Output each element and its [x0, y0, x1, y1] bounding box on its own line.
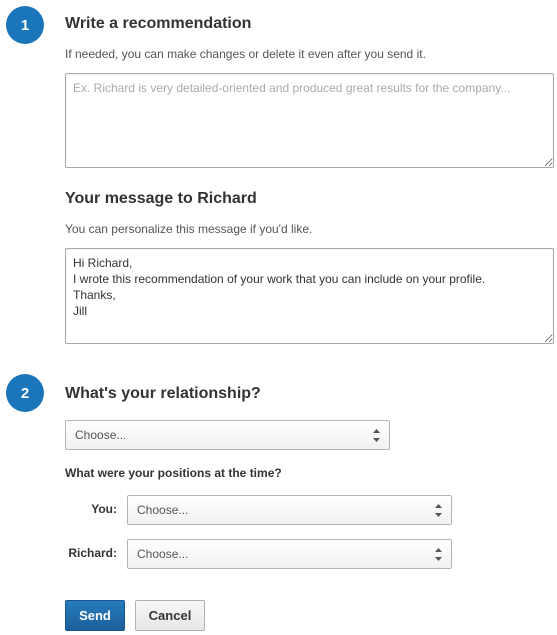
select-arrows-icon: [435, 548, 442, 561]
positions-heading: What were your positions at the time?: [65, 466, 282, 480]
cancel-button[interactable]: Cancel: [135, 600, 205, 631]
message-helper-text: You can personalize this message if you'…: [65, 222, 313, 236]
message-heading: Your message to Richard: [65, 190, 257, 207]
richard-position-select[interactable]: Choose...: [127, 539, 452, 569]
send-button[interactable]: Send: [65, 600, 125, 631]
recommendation-heading: Write a recommendation: [65, 15, 252, 32]
recommendation-helper-text: If needed, you can make changes or delet…: [65, 47, 426, 61]
you-label: You:: [91, 502, 117, 516]
richard-label: Richard:: [68, 546, 117, 560]
message-textarea[interactable]: [65, 248, 554, 344]
relationship-select[interactable]: Choose...: [65, 420, 390, 450]
relationship-heading: What's your relationship?: [65, 385, 261, 402]
step-1-badge: 1: [6, 6, 44, 44]
relationship-select-value: Choose...: [75, 428, 127, 442]
you-position-value: Choose...: [137, 503, 189, 517]
richard-position-value: Choose...: [137, 547, 189, 561]
select-arrows-icon: [373, 429, 380, 442]
recommendation-textarea[interactable]: [65, 73, 554, 168]
you-position-select[interactable]: Choose...: [127, 495, 452, 525]
step-2-badge: 2: [6, 374, 44, 412]
select-arrows-icon: [435, 504, 442, 517]
